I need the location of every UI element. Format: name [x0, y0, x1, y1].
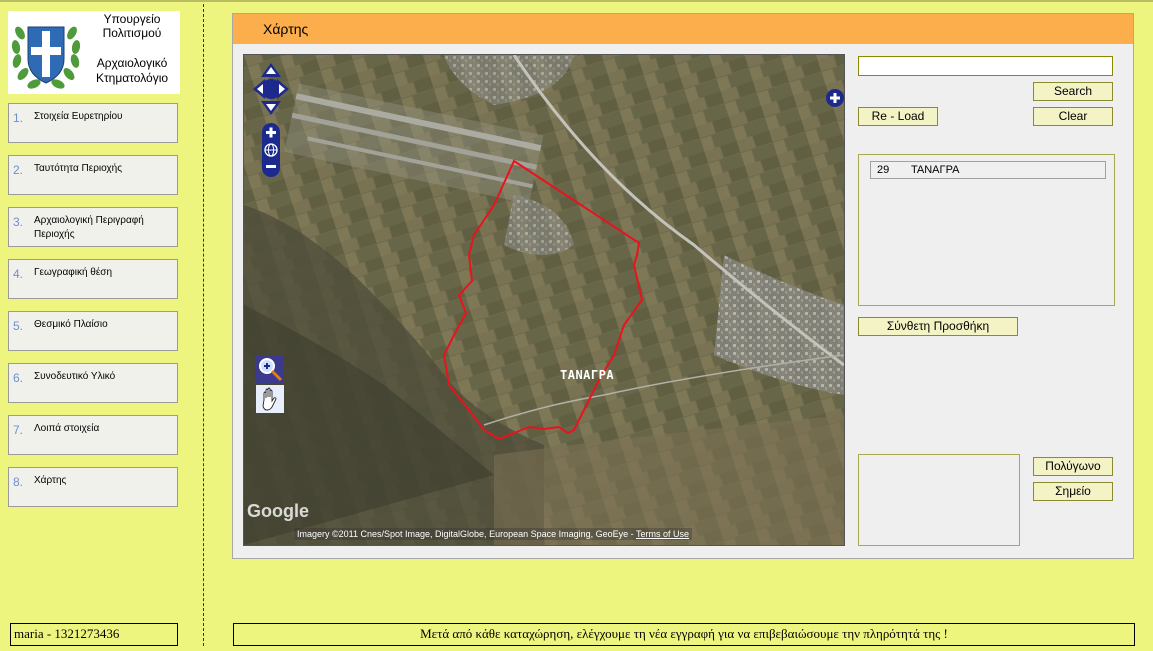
- polygon-button[interactable]: Πολύγωνο: [1033, 457, 1113, 476]
- nav-label: Χάρτης: [34, 475, 67, 486]
- top-border: [0, 0, 1153, 2]
- nav-number: 4.: [13, 267, 24, 281]
- pan-arrows-icon[interactable]: [253, 63, 289, 119]
- composite-add-button[interactable]: Σύνθετη Προσθήκη: [858, 317, 1018, 336]
- expand-icon[interactable]: [825, 88, 845, 108]
- greek-emblem-icon: [11, 26, 81, 89]
- nav-number: 7.: [13, 423, 24, 437]
- nav-number: 8.: [13, 475, 24, 489]
- sidebar-item-other-data[interactable]: 7. Λοιπά στοιχεία: [8, 415, 178, 455]
- sidebar-divider: [203, 4, 204, 646]
- point-button[interactable]: Σημείο: [1033, 482, 1113, 501]
- terms-of-use-link[interactable]: Terms of Use: [636, 529, 689, 539]
- map-attribution: Imagery ©2011 Cnes/Spot Image, DigitalGl…: [294, 528, 693, 540]
- satellite-imagery[interactable]: [244, 55, 844, 545]
- results-list[interactable]: 29 ΤΑΝΑΓΡΑ: [858, 154, 1115, 306]
- ministry-logo: Υπουργείο Πολιτισμού Αρχαιολογικό Κτηματ…: [8, 11, 180, 94]
- logo-line-1: Υπουργείο: [103, 12, 161, 26]
- result-row[interactable]: 29 ΤΑΝΑΓΡΑ: [870, 161, 1106, 179]
- sidebar-item-area-identity[interactable]: 2. Ταυτότητα Περιοχής: [8, 155, 178, 195]
- sidebar-item-legal-framework[interactable]: 5. Θεσμικό Πλαίσιο: [8, 311, 178, 351]
- search-input[interactable]: [858, 56, 1113, 76]
- reload-button[interactable]: Re - Load: [858, 107, 938, 126]
- clear-button[interactable]: Clear: [1033, 107, 1113, 126]
- user-info: maria - 1321273436: [10, 623, 178, 646]
- hand-pan-icon[interactable]: [256, 385, 284, 413]
- nav-label: Θεσμικό Πλαίσιο: [34, 319, 108, 330]
- logo-line-2: Πολιτισμού: [102, 26, 162, 40]
- nav-number: 2.: [13, 163, 24, 177]
- attribution-text: Imagery ©2011 Cnes/Spot Image, DigitalGl…: [297, 529, 636, 539]
- nav-label: Στοιχεία Ευρετηρίου: [34, 111, 123, 122]
- logo-line-3: Αρχαιολογικό: [96, 56, 168, 70]
- nav-label: Συνοδευτικό Υλικό: [34, 371, 116, 382]
- nav-number: 3.: [13, 215, 24, 229]
- result-name: ΤΑΝΑΓΡΑ: [911, 164, 960, 176]
- zoom-controls[interactable]: [260, 123, 282, 177]
- nav-label: Ταυτότητα Περιοχής: [34, 163, 123, 174]
- zoom-box-icon[interactable]: [256, 355, 284, 383]
- sidebar-item-archaeological-description[interactable]: 3. Αρχαιολογική Περιγραφή Περιοχής: [8, 207, 178, 247]
- nav-number: 5.: [13, 319, 24, 333]
- panel-header: Χάρτης: [233, 14, 1133, 44]
- nav-number: 1.: [13, 111, 24, 125]
- geometry-box: [858, 454, 1020, 546]
- sidebar-item-map[interactable]: 8. Χάρτης: [8, 467, 178, 507]
- result-code: 29: [877, 164, 890, 176]
- sidebar-item-geographic-position[interactable]: 4. Γεωγραφική θέση: [8, 259, 178, 299]
- search-button[interactable]: Search: [1033, 82, 1113, 101]
- panel-title: Χάρτης: [263, 21, 309, 37]
- sidebar-item-index[interactable]: 1. Στοιχεία Ευρετηρίου: [8, 103, 178, 143]
- nav-label: Γεωγραφική θέση: [34, 267, 113, 278]
- sidebar-item-supporting-material[interactable]: 6. Συνοδευτικό Υλικό: [8, 363, 178, 403]
- nav-label: Λοιπά στοιχεία: [34, 423, 100, 434]
- satellite-map[interactable]: ΤΑΝΑΓΡΑ Google Imagery ©2011 Cnes/Spot I…: [243, 54, 845, 546]
- footer-message: Μετά από κάθε καταχώρηση, ελέγχουμε τη ν…: [233, 623, 1135, 646]
- map-place-label: ΤΑΝΑΓΡΑ: [560, 368, 615, 382]
- nav-number: 6.: [13, 371, 24, 385]
- logo-line-4: Κτηματολόγιο: [95, 71, 169, 85]
- nav-label: Αρχαιολογική Περιγραφή Περιοχής: [34, 215, 144, 240]
- google-logo: Google: [247, 501, 309, 521]
